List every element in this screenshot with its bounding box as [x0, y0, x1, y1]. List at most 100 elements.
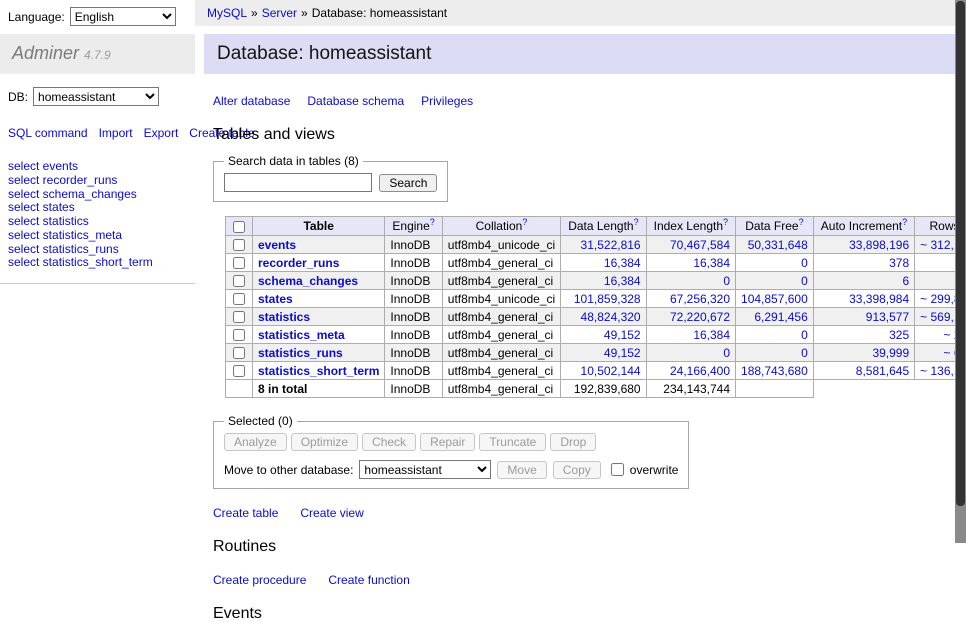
total-collation-cell: utf8mb4_general_ci	[442, 380, 560, 398]
select-all-checkbox[interactable]	[233, 221, 245, 233]
data-length-cell: 10,502,144	[561, 362, 646, 380]
data-free-cell: 0	[736, 254, 814, 272]
breadcrumb-current: Database: homeassistant	[312, 6, 447, 20]
table-name-link[interactable]: schema_changes	[258, 274, 358, 288]
engine-cell: InnoDB	[385, 326, 442, 344]
data-free-cell: 0	[736, 326, 814, 344]
total-data-length-cell: 192,839,680	[561, 380, 646, 398]
row-checkbox-cell	[226, 344, 253, 362]
search-button[interactable]: Search	[379, 174, 437, 192]
total-data-free-cell	[736, 380, 814, 398]
sidebar-select-link[interactable]: select statistics_meta	[8, 228, 187, 242]
db-action-link[interactable]: Alter database	[213, 94, 290, 108]
copy-button[interactable]: Copy	[553, 461, 601, 479]
table-name-link[interactable]: events	[258, 238, 296, 252]
column-help-link[interactable]: ?	[799, 217, 804, 227]
db-select[interactable]: homeassistant	[33, 87, 159, 106]
row-checkbox[interactable]	[233, 311, 245, 323]
routine-link[interactable]: Create procedure	[213, 573, 306, 587]
table-name-cell: statistics	[253, 308, 385, 326]
language-select[interactable]: English	[70, 7, 176, 26]
column-header: Data Free?	[736, 217, 814, 236]
sidebar-select-link[interactable]: select schema_changes	[8, 187, 187, 201]
row-checkbox-cell	[226, 326, 253, 344]
scrollbar[interactable]	[955, 0, 966, 543]
overwrite-checkbox[interactable]	[611, 463, 624, 476]
routine-links: Create procedure Create function	[213, 573, 966, 587]
move-button[interactable]: Move	[497, 461, 546, 479]
sidebar: Language:English Adminer4.7.9 DB:homeass…	[0, 0, 195, 639]
sidebar-link[interactable]: Export	[144, 126, 179, 140]
collation-cell: utf8mb4_general_ci	[442, 272, 560, 290]
sidebar-select-link[interactable]: select states	[8, 201, 187, 215]
analyze-button[interactable]: Analyze	[224, 433, 287, 451]
truncate-button[interactable]: Truncate	[479, 433, 546, 451]
auto-increment-cell: 8,581,645	[813, 362, 914, 380]
row-checkbox[interactable]	[233, 239, 245, 251]
move-db-select[interactable]: homeassistant	[359, 460, 491, 479]
sidebar-link[interactable]: SQL command	[8, 126, 88, 140]
app-version: 4.7.9	[84, 48, 111, 62]
db-action-link[interactable]: Privileges	[421, 94, 473, 108]
sidebar-select-link[interactable]: select recorder_runs	[8, 174, 187, 188]
column-help-link[interactable]: ?	[430, 217, 435, 227]
total-index-length-cell: 234,143,744	[646, 380, 735, 398]
table-name-link[interactable]: statistics_runs	[258, 346, 343, 360]
column-help-link[interactable]: ?	[522, 217, 527, 227]
db-label: DB:	[8, 90, 28, 104]
column-help-link[interactable]: ?	[634, 217, 639, 227]
create-links: Create table Create view	[213, 506, 966, 520]
row-checkbox[interactable]	[233, 365, 245, 377]
db-action-link[interactable]: Database schema	[307, 94, 404, 108]
sidebar-link[interactable]: Import	[99, 126, 133, 140]
table-name-link[interactable]: statistics	[258, 310, 310, 324]
row-checkbox[interactable]	[233, 257, 245, 269]
row-checkbox[interactable]	[233, 329, 245, 341]
data-length-cell: 101,859,328	[561, 290, 646, 308]
table-name-link[interactable]: states	[258, 292, 293, 306]
engine-cell: InnoDB	[385, 362, 442, 380]
sidebar-select-link[interactable]: select statistics	[8, 215, 187, 229]
index-length-cell: 16,384	[646, 326, 735, 344]
table-name-link[interactable]: recorder_runs	[258, 256, 339, 270]
row-checkbox[interactable]	[233, 275, 245, 287]
collation-cell: utf8mb4_general_ci	[442, 344, 560, 362]
column-help-link[interactable]: ?	[723, 217, 728, 227]
selected-legend: Selected (0)	[224, 414, 297, 428]
collation-cell: utf8mb4_general_ci	[442, 308, 560, 326]
breadcrumb-link-server[interactable]: Server	[262, 6, 297, 20]
create-link[interactable]: Create table	[213, 506, 278, 520]
select-all-cell	[226, 217, 253, 236]
events-heading: Events	[213, 605, 966, 623]
row-checkbox[interactable]	[233, 293, 245, 305]
table-name-cell: statistics_meta	[253, 326, 385, 344]
create-link[interactable]: Create view	[300, 506, 363, 520]
column-help-link[interactable]: ?	[902, 217, 907, 227]
drop-button[interactable]: Drop	[550, 433, 596, 451]
table-name-link[interactable]: statistics_short_term	[258, 364, 379, 378]
app-logo: Adminer4.7.9	[0, 34, 195, 74]
table-name-cell: statistics_short_term	[253, 362, 385, 380]
table-row: eventsInnoDButf8mb4_unicode_ci31,522,816…	[226, 236, 966, 254]
data-free-cell: 0	[736, 344, 814, 362]
collation-cell: utf8mb4_general_ci	[442, 254, 560, 272]
breadcrumb-link-mysql[interactable]: MySQL	[207, 6, 247, 20]
engine-cell: InnoDB	[385, 344, 442, 362]
total-engine-cell: InnoDB	[385, 380, 442, 398]
sidebar-select-link[interactable]: select events	[8, 160, 187, 174]
sidebar-select-link[interactable]: select statistics_short_term	[8, 256, 187, 270]
table-name-link[interactable]: statistics_meta	[258, 328, 345, 342]
column-header: Engine?	[385, 217, 442, 236]
data-free-cell: 104,857,600	[736, 290, 814, 308]
overwrite-option[interactable]: overwrite	[607, 460, 679, 479]
row-checkbox[interactable]	[233, 347, 245, 359]
scrollbar-thumb[interactable]	[956, 1, 965, 506]
routine-link[interactable]: Create function	[328, 573, 409, 587]
repair-button[interactable]: Repair	[420, 433, 475, 451]
breadcrumb-separator: »	[301, 6, 308, 20]
engine-cell: InnoDB	[385, 272, 442, 290]
optimize-button[interactable]: Optimize	[291, 433, 358, 451]
search-input[interactable]	[224, 173, 372, 192]
check-button[interactable]: Check	[362, 433, 416, 451]
sidebar-select-link[interactable]: select statistics_runs	[8, 242, 187, 256]
